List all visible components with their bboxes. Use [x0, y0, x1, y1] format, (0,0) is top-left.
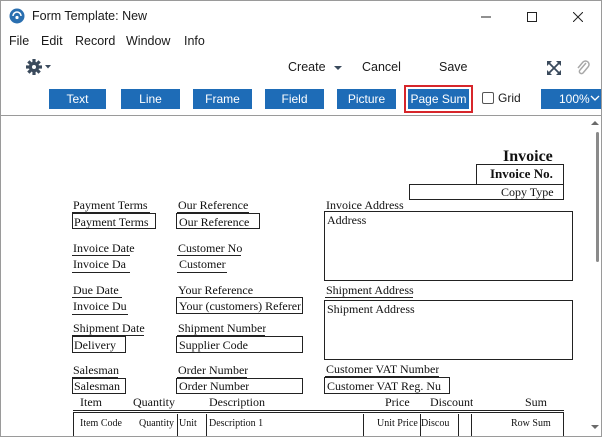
create-label: Create: [288, 60, 326, 74]
copy-type-field[interactable]: Copy Type: [501, 185, 554, 200]
app-logo-icon: [9, 8, 25, 24]
your-reference-field[interactable]: Your (customers) Referen: [179, 299, 301, 314]
header-price[interactable]: Price: [385, 395, 410, 410]
scroll-up-icon[interactable]: [591, 120, 599, 126]
paperclip-icon[interactable]: [576, 59, 590, 77]
due-date-field-underline: [72, 314, 128, 315]
customer-field[interactable]: Customer: [179, 257, 226, 272]
element-button-strip: Text Line Frame Field Picture Page Sum G…: [1, 85, 601, 113]
supplier-code-field[interactable]: Supplier Code: [179, 338, 248, 353]
maximize-button[interactable]: [509, 1, 555, 32]
due-date-label[interactable]: Due Date: [73, 283, 119, 298]
row-sep-5: [458, 414, 459, 436]
window-title: Form Template: New: [32, 9, 148, 23]
grid-checkbox[interactable]: [482, 92, 494, 104]
due-date-field[interactable]: Invoice Du: [73, 299, 129, 314]
minimize-button[interactable]: [463, 1, 509, 32]
row-description[interactable]: Description 1: [209, 418, 263, 429]
picture-button[interactable]: Picture: [337, 89, 396, 109]
close-icon: [573, 11, 583, 22]
invoice-no-field[interactable]: Invoice No.: [490, 166, 553, 182]
shipment-address-underline: [325, 297, 413, 298]
our-reference-label[interactable]: Our Reference: [178, 198, 248, 213]
shipment-number-label[interactable]: Shipment Number: [178, 321, 266, 336]
customer-field-underline: [177, 272, 227, 273]
customer-vat-field[interactable]: Customer VAT Reg. Nu: [327, 379, 447, 394]
payment-terms-field[interactable]: Payment Terms: [74, 215, 154, 230]
menu-bar: File Edit Record Window Info: [1, 32, 601, 53]
customer-no-underline: [177, 255, 241, 256]
customer-vat-label[interactable]: Customer VAT Number: [326, 362, 439, 377]
row-item-code[interactable]: Item Code: [80, 418, 122, 429]
chevron-down-icon: [334, 65, 343, 70]
zoom-value: 100%: [559, 92, 590, 106]
create-button[interactable]: Create: [288, 60, 343, 74]
row-sep-6: [471, 414, 472, 436]
shipment-date-label[interactable]: Shipment Date: [73, 321, 145, 336]
header-description[interactable]: Description: [209, 395, 265, 410]
row-unit[interactable]: Unit: [179, 418, 197, 429]
line-button[interactable]: Line: [121, 89, 180, 109]
menu-file[interactable]: File: [9, 34, 29, 48]
salesman-label[interactable]: Salesman: [73, 363, 119, 378]
order-number-field[interactable]: Order Number: [179, 379, 249, 394]
form-canvas[interactable]: Invoice Invoice No. Copy Type Payment Te…: [1, 115, 601, 436]
frame-button[interactable]: Frame: [193, 89, 252, 109]
row-unit-price[interactable]: Unit Price: [377, 418, 418, 429]
row-sep-3: [363, 414, 364, 436]
title-bar: Form Template: New: [1, 1, 601, 32]
our-reference-field[interactable]: Our Reference: [179, 215, 259, 230]
cancel-button[interactable]: Cancel: [362, 60, 401, 74]
invoice-date-field-underline: [72, 272, 130, 273]
grid-label: Grid: [498, 91, 521, 105]
header-divider: [73, 410, 564, 411]
due-date-underline: [72, 297, 122, 298]
row-discount[interactable]: Discou: [421, 418, 457, 429]
row-quantity[interactable]: Quantity: [139, 418, 174, 429]
page-sum-button[interactable]: Page Sum: [408, 89, 469, 109]
header-item[interactable]: Item: [80, 395, 102, 410]
salesman-field[interactable]: Salesman: [74, 379, 120, 394]
settings-menu-button[interactable]: [25, 57, 55, 80]
scroll-thumb[interactable]: [596, 132, 599, 262]
zoom-select[interactable]: 100%: [541, 89, 601, 109]
order-number-label[interactable]: Order Number: [178, 363, 248, 378]
close-button[interactable]: [555, 1, 601, 32]
row-sum[interactable]: Row Sum: [511, 418, 551, 429]
save-button[interactable]: Save: [439, 60, 468, 74]
chevron-down-icon: [590, 95, 600, 101]
field-button[interactable]: Field: [265, 89, 324, 109]
address-field[interactable]: Address: [327, 213, 366, 228]
minimize-icon: [481, 16, 491, 17]
row-sep-2: [206, 414, 207, 436]
header-discount[interactable]: Discount: [430, 395, 473, 410]
header-sum[interactable]: Sum: [525, 395, 547, 410]
your-reference-label[interactable]: Your Reference: [178, 283, 253, 298]
form-template-window: Form Template: New File Edit Record Wind…: [0, 0, 602, 437]
shipment-address-label[interactable]: Shipment Address: [326, 283, 414, 298]
menu-window[interactable]: Window: [126, 34, 170, 48]
row-sep-1: [177, 414, 178, 436]
menu-edit[interactable]: Edit: [41, 34, 63, 48]
maximize-icon: [527, 11, 537, 22]
header-quantity[interactable]: Quantity: [133, 395, 175, 410]
shipment-address-field[interactable]: Shipment Address: [327, 302, 415, 317]
delivery-field[interactable]: Delivery: [74, 338, 116, 353]
invoice-date-label[interactable]: Invoice Date: [73, 241, 135, 256]
scroll-down-icon[interactable]: [591, 424, 599, 430]
menu-info[interactable]: Info: [184, 34, 205, 48]
gear-icon: [26, 59, 51, 75]
invoice-date-underline: [72, 255, 130, 256]
menu-record[interactable]: Record: [75, 34, 115, 48]
expand-icon[interactable]: [547, 61, 561, 75]
customer-no-label[interactable]: Customer No: [178, 241, 242, 256]
invoice-date-field[interactable]: Invoice Da: [73, 257, 129, 272]
toolbar: Create Cancel Save: [1, 53, 601, 83]
text-button[interactable]: Text: [49, 89, 106, 109]
payment-terms-label[interactable]: Payment Terms: [73, 198, 148, 213]
vertical-scrollbar[interactable]: [589, 116, 601, 436]
